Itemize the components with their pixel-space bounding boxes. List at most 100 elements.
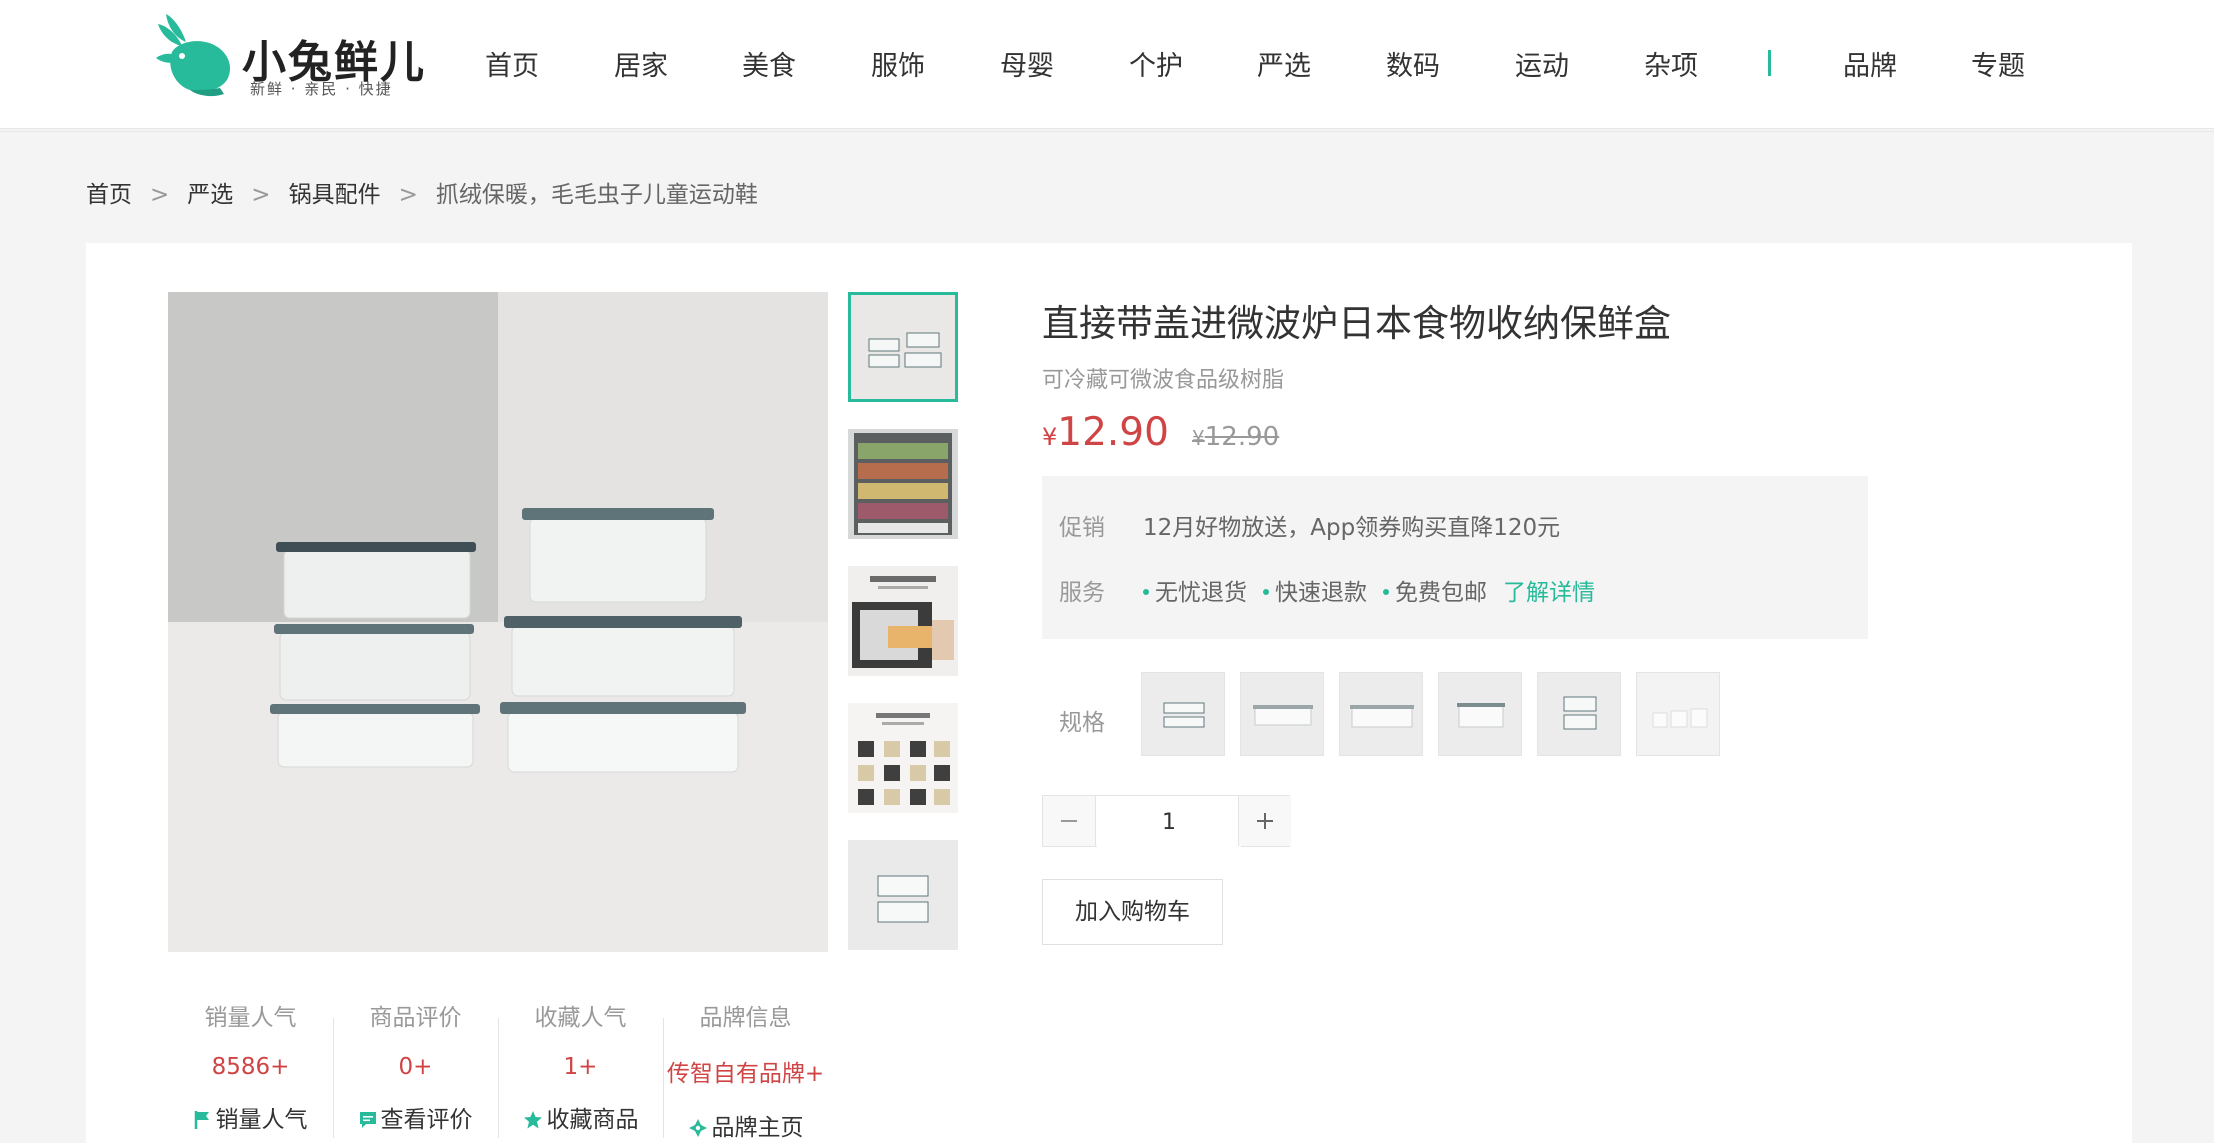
nav-item-digital[interactable]: 数码	[1386, 44, 1440, 83]
old-price-currency: ¥	[1192, 426, 1205, 450]
comment-icon	[359, 1112, 376, 1128]
stat-label: 品牌信息	[699, 1005, 792, 1031]
flag-icon	[194, 1111, 209, 1129]
service-text: 无忧退货	[1155, 580, 1247, 606]
stat-value: 8586+	[211, 1054, 290, 1080]
brand-icon	[688, 1119, 707, 1137]
food-container-photo	[168, 292, 828, 952]
quantity-input[interactable]	[1097, 796, 1241, 848]
service-item: 快速退款	[1263, 580, 1367, 606]
nav-item-home[interactable]: 首页	[485, 44, 539, 83]
service-item: 无忧退货	[1143, 580, 1247, 606]
learn-more-link[interactable]: 了解详情	[1503, 580, 1595, 606]
price-value: 12.90	[1057, 410, 1169, 455]
thumbnail-4[interactable]	[848, 703, 958, 813]
spec-option-image	[1538, 673, 1620, 755]
plus-icon	[1257, 813, 1273, 829]
thumbnail-image	[848, 840, 958, 950]
spec-option-3[interactable]	[1339, 672, 1423, 756]
price-currency: ¥	[1042, 423, 1058, 451]
stat-brand: 品牌信息 传智自有品牌+ 品牌主页	[663, 998, 828, 1142]
spec-option-5[interactable]	[1537, 672, 1621, 756]
nav-divider	[1768, 50, 1771, 76]
nav-item-selected[interactable]: 严选	[1257, 44, 1311, 83]
spec-option-6[interactable]	[1636, 672, 1720, 756]
promo-text: 12月好物放送，App领券购买直降120元	[1143, 515, 1561, 541]
spec-option-image	[1142, 673, 1224, 755]
promo-label: 促销	[1059, 515, 1105, 541]
product-title: 直接带盖进微波炉日本食物收纳保鲜盒	[1042, 302, 1671, 345]
stat-link-label: 销量人气	[215, 1107, 308, 1133]
stat-value: 0+	[398, 1054, 433, 1080]
breadcrumb-cookware[interactable]: 锅具配件	[289, 175, 381, 209]
service-label: 服务	[1059, 580, 1105, 606]
stat-value: 传智自有品牌+	[666, 1061, 825, 1087]
stat-link-label: 收藏商品	[546, 1107, 639, 1133]
bullet-dot-icon	[1383, 589, 1389, 595]
stat-link-label: 品牌主页	[711, 1115, 804, 1141]
breadcrumb-separator: >	[398, 182, 418, 208]
stat-label: 商品评价	[369, 1005, 462, 1031]
spec-option-1[interactable]	[1141, 672, 1225, 756]
nav-item-misc[interactable]: 杂项	[1644, 44, 1698, 83]
rabbit-logo-icon	[156, 14, 231, 97]
stat-label: 收藏人气	[534, 1005, 627, 1031]
breadcrumb-separator: >	[150, 182, 170, 208]
stat-link-label: 查看评价	[380, 1107, 473, 1133]
nav-item-topics[interactable]: 专题	[1971, 44, 2025, 83]
breadcrumb-current: 抓绒保暖，毛毛虫子儿童运动鞋	[435, 182, 758, 208]
star-icon	[523, 1111, 542, 1129]
spec-label: 规格	[1059, 710, 1105, 736]
spec-option-image	[1340, 673, 1422, 755]
nav-item-sports[interactable]: 运动	[1515, 44, 1569, 83]
spec-option-4[interactable]	[1438, 672, 1522, 756]
breadcrumb-selected[interactable]: 严选	[187, 175, 233, 209]
spec-option-image	[1637, 673, 1719, 755]
logo-slogan: 新鲜 · 亲民 · 快捷	[250, 80, 393, 98]
nav-item-baby[interactable]: 母婴	[1000, 44, 1054, 83]
breadcrumb: 首页 > 严选 > 锅具配件 > 抓绒保暖，毛毛虫子儿童运动鞋	[86, 175, 758, 209]
thumbnail-image	[848, 703, 958, 813]
nav-item-personal-care[interactable]: 个护	[1129, 44, 1183, 83]
product-description: 可冷藏可微波食品级树脂	[1042, 368, 1285, 393]
product-main-image	[168, 292, 828, 952]
thumbnail-3[interactable]	[848, 566, 958, 676]
spec-option-image	[1439, 673, 1521, 755]
stat-label: 销量人气	[204, 1005, 297, 1031]
header-divider	[0, 131, 2214, 132]
breadcrumb-separator: >	[251, 182, 271, 208]
stat-value: 1+	[563, 1054, 598, 1080]
spec-option-2[interactable]	[1240, 672, 1324, 756]
thumbnail-image	[848, 566, 958, 676]
thumbnail-1[interactable]	[848, 292, 958, 402]
stat-link-favorite[interactable]: 收藏商品	[498, 1100, 663, 1134]
service-text: 免费包邮	[1395, 580, 1487, 606]
service-item: 免费包邮	[1383, 580, 1487, 606]
old-price: ¥12.90	[1192, 422, 1279, 452]
quantity-stepper	[1042, 795, 1291, 848]
increase-button[interactable]	[1238, 796, 1291, 846]
decrease-button[interactable]	[1043, 796, 1096, 846]
product-stats: 销量人气 8586+ 销量人气 商品评价 0+ 查看评价 收藏人气 1+ 收藏商…	[168, 998, 828, 1141]
old-price-value: 12.90	[1204, 422, 1280, 452]
logo[interactable]: 小兔鲜儿 新鲜 · 亲民 · 快捷	[154, 8, 424, 100]
thumbnail-5[interactable]	[848, 840, 958, 950]
breadcrumb-home[interactable]: 首页	[86, 175, 132, 209]
stat-link-sales[interactable]: 销量人气	[168, 1100, 333, 1134]
service-row: 服务 无忧退货 快速退款 免费包邮 了解详情	[1059, 573, 1595, 607]
stat-favorites: 收藏人气 1+ 收藏商品	[498, 998, 663, 1134]
bullet-dot-icon	[1143, 589, 1149, 595]
thumbnail-2[interactable]	[848, 429, 958, 539]
nav-item-brand[interactable]: 品牌	[1843, 44, 1897, 83]
nav-item-apparel[interactable]: 服饰	[871, 44, 925, 83]
nav-item-home-living[interactable]: 居家	[614, 44, 668, 83]
promo-row: 促销 12月好物放送，App领券购买直降120元	[1059, 508, 1560, 542]
nav-item-food[interactable]: 美食	[742, 44, 796, 83]
stat-reviews: 商品评价 0+ 查看评价	[333, 998, 498, 1134]
spec-option-image	[1241, 673, 1323, 755]
add-to-cart-button[interactable]: 加入购物车	[1042, 879, 1223, 945]
site-header: 小兔鲜儿 新鲜 · 亲民 · 快捷 首页 居家 美食 服饰 母婴 个护 严选 数…	[0, 0, 2214, 129]
stat-link-reviews[interactable]: 查看评价	[333, 1100, 498, 1134]
stat-sales: 销量人气 8586+ 销量人气	[168, 998, 333, 1134]
thumbnail-image	[848, 429, 958, 539]
